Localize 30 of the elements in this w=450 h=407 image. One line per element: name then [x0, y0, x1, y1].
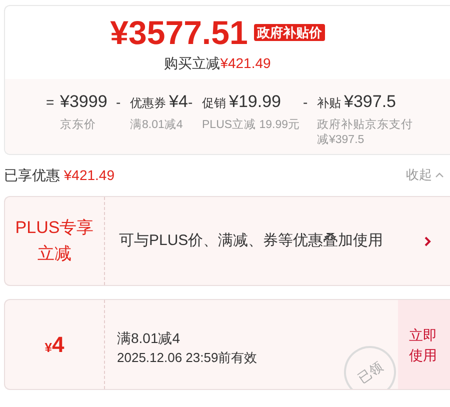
- coupon-condition: 满8.01减4: [117, 329, 182, 348]
- discount-note: 政府补贴京东支付减¥397.5: [317, 118, 414, 148]
- coupon-value: 4: [52, 334, 64, 356]
- currency-symbol: ¥: [44, 339, 52, 357]
- chevron-up-icon: [435, 172, 444, 178]
- savings-total: 已享优惠 ¥421.49: [4, 166, 114, 184]
- coupon-expiry: 2025.12.06 23:59前有效: [117, 349, 258, 367]
- offer-description: 可与PLUS价、满减、券等优惠叠加使用: [118, 230, 384, 251]
- price-amount: ¥3577.51: [110, 16, 248, 48]
- discount-type: 优惠券: [130, 95, 166, 112]
- discount-note: 京东价: [60, 118, 96, 132]
- discount-amount: ¥3999: [60, 91, 108, 113]
- collapse-button[interactable]: 收起: [406, 165, 444, 185]
- discount-type: 促销: [202, 95, 226, 112]
- discount-note: 满8.01减4: [130, 118, 183, 132]
- subsidy-badge: 政府补贴价: [254, 24, 325, 40]
- operator-sign: -: [188, 93, 194, 112]
- discount-amount: ¥19.99: [229, 91, 281, 113]
- plus-offer-card[interactable]: PLUS专享立减 可与PLUS价、满减、券等优惠叠加使用: [4, 196, 450, 286]
- operator-sign: -: [303, 93, 309, 112]
- chevron-right-icon: [424, 236, 431, 246]
- operator-sign: -: [116, 93, 122, 112]
- discount-type: 补贴: [317, 95, 341, 112]
- operator-sign: =: [46, 93, 56, 112]
- discount-note: PLUS立减 19.99元: [202, 118, 300, 132]
- discount-amount: ¥4: [169, 91, 188, 113]
- offer-title: PLUS专享立减: [5, 197, 105, 285]
- discount-summary: 购买立减¥421.49: [164, 54, 271, 73]
- discount-amount: ¥397.5: [344, 91, 396, 113]
- use-now-button[interactable]: 立即使用: [398, 300, 450, 389]
